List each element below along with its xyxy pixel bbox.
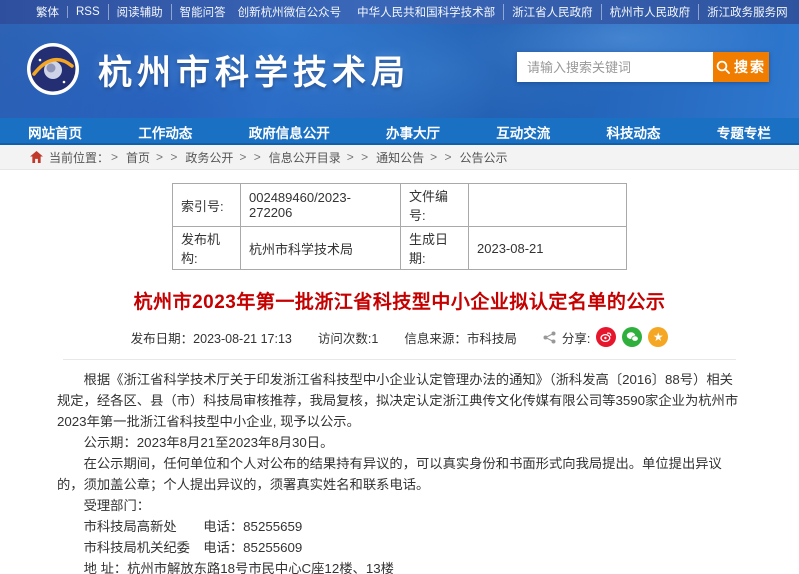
index-number-value: 002489460/2023-272206 [241,184,401,227]
breadcrumb-separator: > > [156,150,179,164]
paragraph: 受理部门： [57,495,742,516]
topbar-link-zj-gov[interactable]: 浙江省人民政府 [503,4,601,20]
topbar-link-rss[interactable]: RSS [67,6,108,18]
article-meta: 发布日期：2023-08-21 17:13 访问次数:1 信息来源：市科技局 分… [57,327,742,347]
topbar-link-user-center[interactable]: 用户中心 [796,4,799,20]
nav-item-gov-info[interactable]: 政府信息公开 [235,122,344,142]
weibo-share-icon[interactable] [596,327,616,347]
nav-item-work-news[interactable]: 工作动态 [124,122,206,142]
breadcrumb-separator: > > [239,150,262,164]
search-icon [716,60,730,74]
breadcrumb-item-notices[interactable]: 通知公告 [376,149,424,166]
search-input[interactable] [517,52,713,82]
search-box: 搜索 [517,52,769,82]
article-body: 根据《浙江省科学技术厅关于印发浙江省科技型中小企业认定管理办法的通知》（浙科发高… [57,369,742,574]
paragraph: 在公示期间，任何单位和个人对公布的结果持有异议的，可以真实身份和书面形式向我局提… [57,453,742,495]
breadcrumb-separator: > > [430,150,453,164]
nav-item-home[interactable]: 网站首页 [14,122,96,142]
share-group: 分享: ★ [543,327,668,347]
breadcrumb-item-home[interactable]: 首页 [126,149,150,166]
topbar-link-traditional[interactable]: 繁体 [28,4,67,20]
nav-item-service-hall[interactable]: 办事大厅 [372,122,454,142]
nav-item-tech-news[interactable]: 科技动态 [593,122,675,142]
breadcrumb-item-info-catalog[interactable]: 信息公开目录 [269,149,341,166]
paragraph: 市科技局机关纪委 电话：85255609 [57,537,742,558]
info-source: 信息来源：市科技局 [404,328,517,347]
topbar-right-links: 中华人民共和国科学技术部 浙江省人民政府 杭州市人民政府 浙江政务服务网 用户中… [349,4,799,20]
paragraph: 地 址：杭州市解放东路18号市民中心C座12楼、13楼 [57,558,742,574]
share-nodes-icon [543,331,556,344]
paragraph: 根据《浙江省科学技术厅关于印发浙江省科技型中小企业认定管理办法的通知》（浙科发高… [57,369,742,432]
publish-date: 发布日期：2023-08-21 17:13 [131,328,292,347]
breadcrumb-separator: > > [347,150,370,164]
paragraph: 市科技局高新处 电话：85255659 [57,516,742,537]
nav-item-special-topics[interactable]: 专题专栏 [703,122,785,142]
breadcrumb: 当前位置： > 首页 > > 政务公开 > > 信息公开目录 > > 通知公告 … [0,145,799,170]
topbar-link-smart-qa[interactable]: 智能问答 [171,4,234,20]
page-title: 杭州市2023年第一批浙江省科技型中小企业拟认定名单的公示 [57,287,742,314]
search-button-label: 搜索 [734,57,766,77]
site-banner: 杭州市科学技术局 搜索 [0,24,799,118]
table-row: 索引号: 002489460/2023-272206 文件编号: [173,184,627,227]
meta-divider [63,359,736,360]
topbar-link-reading-aid[interactable]: 阅读辅助 [108,4,171,20]
search-button[interactable]: 搜索 [713,52,769,82]
issuing-agency-value: 杭州市科学技术局 [241,227,401,270]
qzone-share-icon[interactable]: ★ [648,327,668,347]
breadcrumb-label: 当前位置： [49,149,109,166]
home-icon [30,151,43,163]
topbar-link-hz-gov[interactable]: 杭州市人民政府 [601,4,699,20]
article-content: 索引号: 002489460/2023-272206 文件编号: 发布机构: 杭… [0,183,799,574]
site-title: 杭州市科学技术局 [98,45,410,94]
site-brand[interactable]: 杭州市科学技术局 [26,42,410,96]
main-nav: 网站首页 工作动态 政府信息公开 办事大厅 互动交流 科技动态 专题专栏 [0,118,799,145]
issue-date-label: 生成日期: [401,227,469,270]
bureau-emblem-icon [26,42,80,96]
visit-count: 访问次数:1 [318,328,378,347]
wechat-share-icon[interactable] [622,327,642,347]
topbar-link-most[interactable]: 中华人民共和国科学技术部 [349,4,503,20]
file-number-value [469,184,627,227]
breadcrumb-item-gov-affairs[interactable]: 政务公开 [185,149,233,166]
paragraph: 公示期：2023年8月21至2023年8月30日。 [57,432,742,453]
breadcrumb-separator: > [111,150,120,164]
topbar-left-links: 繁体 RSS 阅读辅助 智能问答 创新杭州微信公众号 [28,4,349,20]
table-row: 发布机构: 杭州市科学技术局 生成日期: 2023-08-21 [173,227,627,270]
share-label: 分享: [562,328,590,347]
issuing-agency-label: 发布机构: [173,227,241,270]
topbar: 繁体 RSS 阅读辅助 智能问答 创新杭州微信公众号 中华人民共和国科学技术部 … [0,0,799,24]
index-number-label: 索引号: [173,184,241,227]
breadcrumb-item-public-notices[interactable]: 公告公示 [460,149,508,166]
topbar-link-zj-service[interactable]: 浙江政务服务网 [698,4,796,20]
nav-item-interaction[interactable]: 互动交流 [482,122,564,142]
file-number-label: 文件编号: [401,184,469,227]
topbar-link-wechat-account[interactable]: 创新杭州微信公众号 [234,4,350,20]
issue-date-value: 2023-08-21 [469,227,627,270]
document-info-table: 索引号: 002489460/2023-272206 文件编号: 发布机构: 杭… [172,183,627,270]
